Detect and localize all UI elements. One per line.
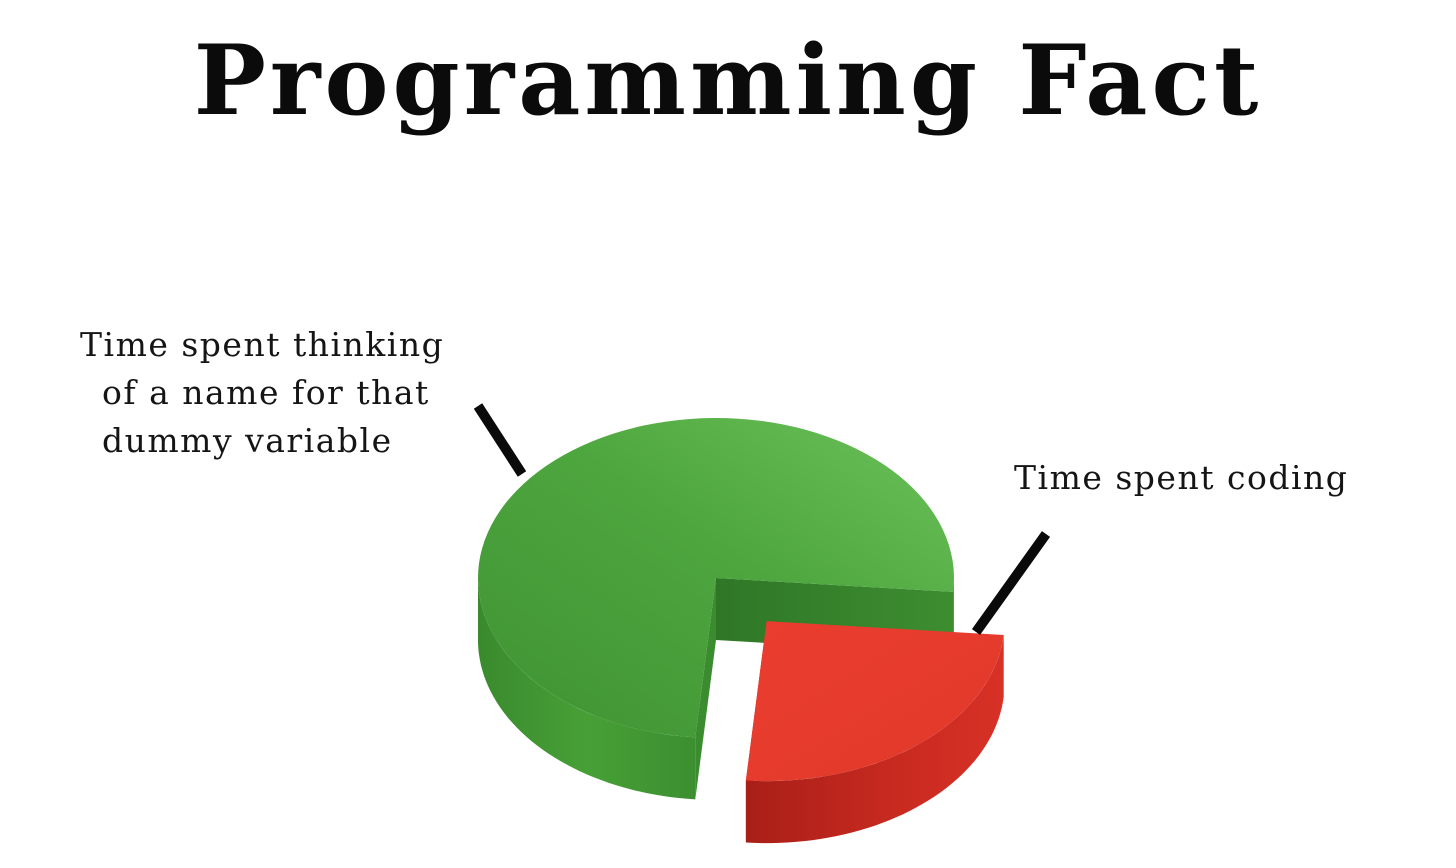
- small-slice-label-line: Time spent coding: [1014, 458, 1348, 497]
- large-slice-label-line: Time spent thinking: [80, 325, 444, 364]
- large-slice-callout-line: [473, 403, 527, 477]
- pie-chart: Time spent thinking of a name for that dum…: [80, 325, 1348, 844]
- pie-slice-small: [745, 621, 1004, 844]
- large-slice-label-line: of a name for that: [102, 373, 430, 412]
- small-slice-callout-line: [971, 531, 1051, 635]
- large-slice-label: Time spent thinking of a name for that dum…: [80, 325, 444, 460]
- small-slice-label: Time spent coding: [1014, 458, 1348, 497]
- large-slice-label-line: dummy variable: [102, 421, 393, 460]
